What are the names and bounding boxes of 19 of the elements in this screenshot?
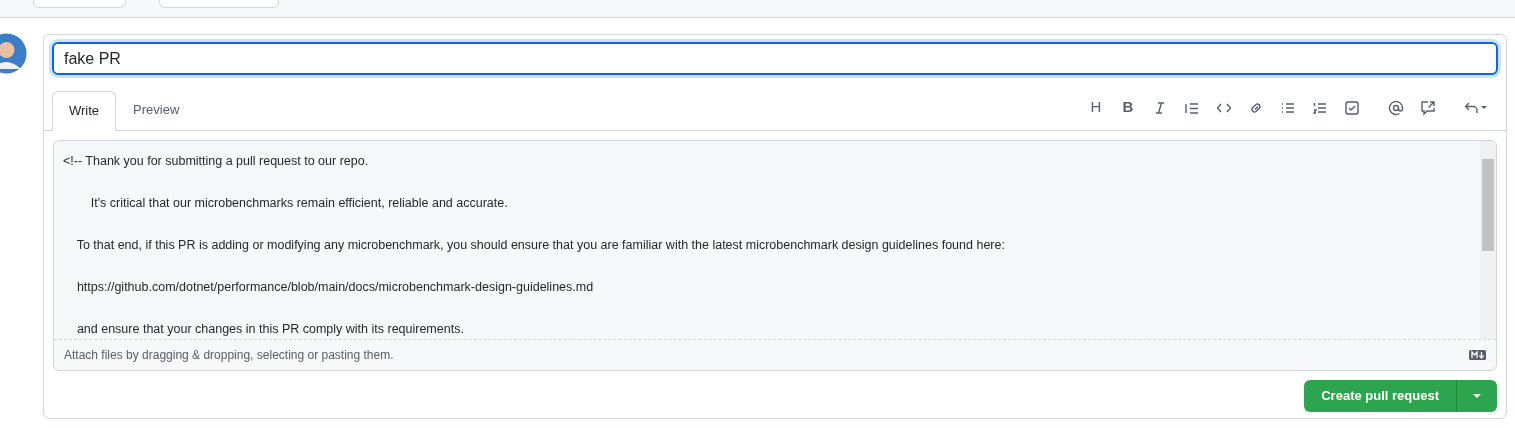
text-line: and ensure that your changes in this PR comply with its requirements. <box>75 321 465 338</box>
caret-icon <box>1473 394 1481 398</box>
editor-tab[interactable]: Write <box>52 91 117 131</box>
attach-hint[interactable]: Attach files by dragging & dropping, selecting or pasting them. <box>64 346 394 364</box>
text-line: https://github.com/dotnet/performance/blob/main/docs/microbenchmark-design-guidelines.md <box>75 279 595 296</box>
markdown-icon[interactable] <box>1469 350 1486 360</box>
bold-button[interactable]: B <box>1112 97 1144 118</box>
dropdown-button[interactable] <box>1457 380 1497 412</box>
heading-button[interactable]: H <box>1080 97 1112 118</box>
at-sign-icon <box>1388 99 1404 116</box>
text-line: <!-- Thank you for submitting a pull request to our repo. <box>63 153 370 170</box>
comment-field[interactable] <box>53 140 1497 371</box>
scrollbar[interactable] <box>1480 141 1496 339</box>
speech-bubble-arrow-icon <box>1420 99 1436 116</box>
title-field[interactable]: fake PR <box>52 42 1498 75</box>
text-line: It's critical that our microbenchmarks remain efficient, reliable and accurate. <box>89 195 509 212</box>
editor-tab[interactable]: Preview <box>116 90 197 130</box>
text-line: To that end, if this PR is adding or modifying any microbenchmark, you should ensure that you are familiar with the latest microbenchmark design guidelines found here: <box>75 237 1006 254</box>
checkbox-icon <box>1344 99 1360 116</box>
